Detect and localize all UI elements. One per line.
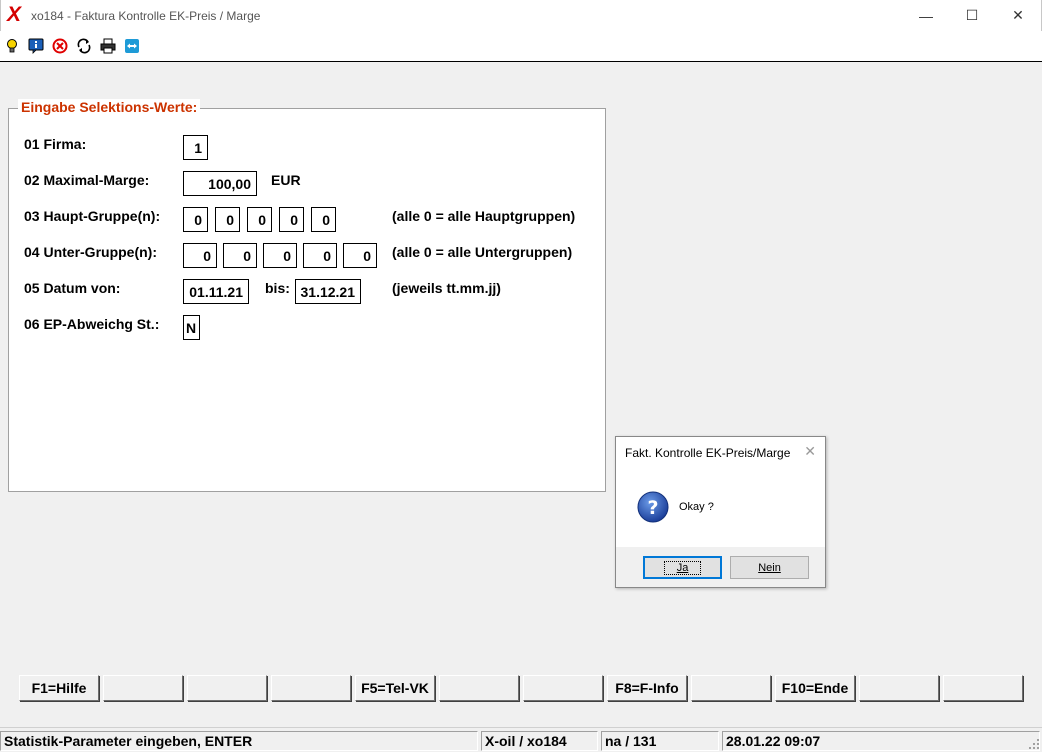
haupt-field-4[interactable]: 0 (279, 207, 304, 232)
fkey-11-button[interactable] (859, 675, 939, 701)
fkey-9-button[interactable] (691, 675, 771, 701)
teamviewer-icon[interactable] (124, 38, 140, 54)
ep-field[interactable]: N (183, 315, 200, 340)
close-window-button[interactable]: ✕ (995, 0, 1041, 31)
svg-text:?: ? (647, 497, 658, 519)
marge-field[interactable]: 100,00 (183, 171, 257, 196)
question-icon: ? (637, 491, 669, 523)
no-button[interactable]: Nein (730, 556, 809, 579)
cancel-icon[interactable] (52, 38, 68, 54)
status-module: X-oil / xo184 (481, 731, 598, 751)
marge-unit: EUR (271, 172, 301, 188)
f8-f-info-button[interactable]: F8=F-Info (607, 675, 687, 701)
status-user: na / 131 (601, 731, 719, 751)
toolbar (0, 31, 1042, 62)
haupt-label: 03 Haupt-Gruppe(n): (24, 208, 161, 224)
info-icon[interactable] (28, 38, 44, 54)
datum-label: 05 Datum von: (24, 280, 121, 296)
minimize-button[interactable]: — (903, 0, 949, 31)
unter-field-4[interactable]: 0 (303, 243, 337, 268)
refresh-icon[interactable] (76, 38, 92, 54)
printer-icon[interactable] (100, 38, 116, 54)
f5-tel-vk-button[interactable]: F5=Tel-VK (355, 675, 435, 701)
haupt-field-5[interactable]: 0 (311, 207, 336, 232)
unter-field-5[interactable]: 0 (343, 243, 377, 268)
dialog-footer: Ja Nein (616, 547, 825, 587)
haupt-field-3[interactable]: 0 (247, 207, 272, 232)
maximize-button[interactable]: ☐ (949, 0, 995, 31)
haupt-field-1[interactable]: 0 (183, 207, 208, 232)
title-bar: X xo184 - Faktura Kontrolle EK-Preis / M… (0, 0, 1042, 31)
fkey-4-button[interactable] (271, 675, 351, 701)
fkey-2-button[interactable] (103, 675, 183, 701)
fkey-6-button[interactable] (439, 675, 519, 701)
ep-label: 06 EP-Abweichg St.: (24, 316, 160, 332)
dialog-close-icon[interactable]: ✕ (804, 443, 816, 460)
unter-label: 04 Unter-Gruppe(n): (24, 244, 157, 260)
unter-field-1[interactable]: 0 (183, 243, 217, 268)
fkey-3-button[interactable] (187, 675, 267, 701)
fkey-12-button[interactable] (943, 675, 1023, 701)
lightbulb-icon[interactable] (4, 38, 20, 54)
datum-hint: (jeweils tt.mm.jj) (392, 280, 501, 296)
firma-label: 01 Firma: (24, 136, 87, 152)
firma-field[interactable]: 1 (183, 135, 208, 160)
dialog-message: Okay ? (679, 501, 714, 513)
group-legend: Eingabe Selektions-Werte: (18, 99, 201, 115)
status-bar: Statistik-Parameter eingeben, ENTER X-oi… (0, 727, 1042, 752)
datum-von-field[interactable]: 01.11.21 (183, 279, 249, 304)
f1-help-button[interactable]: F1=Hilfe (19, 675, 99, 701)
haupt-field-2[interactable]: 0 (215, 207, 240, 232)
datum-bis-field[interactable]: 31.12.21 (295, 279, 361, 304)
status-message: Statistik-Parameter eingeben, ENTER (0, 731, 478, 751)
yes-button[interactable]: Ja (643, 556, 722, 579)
marge-label: 02 Maximal-Marge: (24, 172, 150, 188)
confirm-dialog: Fakt. Kontrolle EK-Preis/Marge ✕ ? Okay … (615, 436, 826, 588)
unter-field-3[interactable]: 0 (263, 243, 297, 268)
window-title: xo184 - Faktura Kontrolle EK-Preis / Mar… (31, 9, 261, 23)
f10-end-button[interactable]: F10=Ende (775, 675, 855, 701)
unter-hint: (alle 0 = alle Untergruppen) (392, 244, 573, 260)
status-datetime: 28.01.22 09:07 (722, 731, 1040, 751)
resize-grip-icon[interactable] (1028, 738, 1040, 750)
unter-field-2[interactable]: 0 (223, 243, 257, 268)
fkey-7-button[interactable] (523, 675, 603, 701)
datum-bis-label: bis: (265, 280, 290, 296)
haupt-hint: (alle 0 = alle Hauptgruppen) (392, 208, 576, 224)
app-logo: X (7, 3, 22, 26)
dialog-title: Fakt. Kontrolle EK-Preis/Marge (625, 446, 791, 460)
